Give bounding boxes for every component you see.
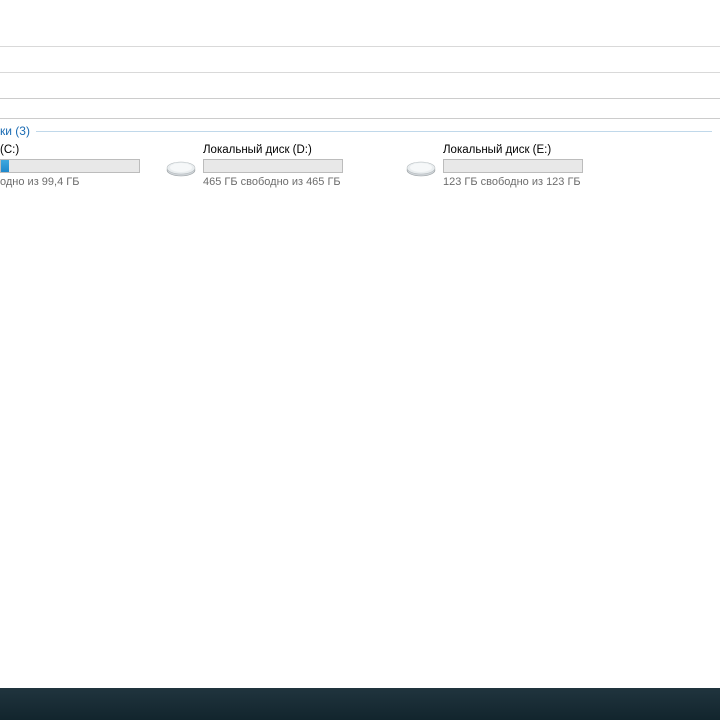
- drives-section-label: ки (3): [0, 124, 30, 138]
- drives-section-header[interactable]: ки (3): [0, 122, 712, 140]
- drive-freespace-label: 465 ГБ свободно из 465 ГБ: [203, 176, 395, 188]
- drive-usage-bar: [203, 159, 343, 173]
- divider: [0, 118, 720, 119]
- drive-name: Локальный диск (D:): [203, 144, 395, 156]
- drive-item-c[interactable]: (C:) одно из 99,4 ГБ: [0, 144, 155, 188]
- taskbar[interactable]: [0, 688, 720, 720]
- drive-item-e[interactable]: Локальный диск (E:) 123 ГБ свободно из 1…: [405, 144, 635, 188]
- divider: [0, 98, 720, 99]
- drive-name: Локальный диск (E:): [443, 144, 635, 156]
- drives-list: (C:) одно из 99,4 ГБ Локальный диск (D:)…: [0, 144, 720, 188]
- drive-item-d[interactable]: Локальный диск (D:) 465 ГБ свободно из 4…: [165, 144, 395, 188]
- divider: [0, 46, 720, 47]
- drive-freespace-label: 123 ГБ свободно из 123 ГБ: [443, 176, 635, 188]
- hdd-icon: [405, 156, 437, 180]
- drive-usage-fill: [1, 160, 9, 172]
- drive-freespace-label: одно из 99,4 ГБ: [0, 176, 155, 188]
- drive-usage-bar: [0, 159, 140, 173]
- hdd-icon: [165, 156, 197, 180]
- section-divider: [36, 131, 712, 132]
- drive-usage-bar: [443, 159, 583, 173]
- divider: [0, 72, 720, 73]
- drive-name: (C:): [0, 144, 155, 156]
